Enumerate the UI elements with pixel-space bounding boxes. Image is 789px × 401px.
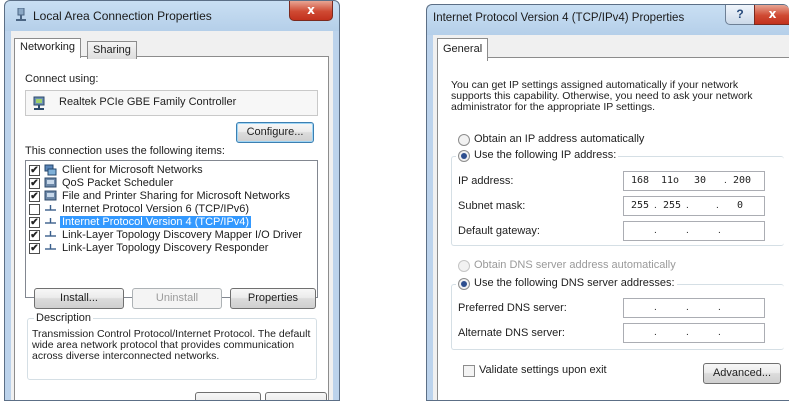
list-item-label: Client for Microsoft Networks: [62, 164, 203, 176]
checkbox[interactable]: ✔: [29, 230, 40, 241]
ip-octet[interactable]: 11o: [658, 175, 682, 186]
checkbox[interactable]: ✔: [29, 243, 40, 254]
dialog-body: Networking Sharing Connect using: Realte…: [11, 31, 333, 400]
protocol-icon: [45, 218, 56, 224]
local-area-connection-properties-window: Local Area Connection Properties x Netwo…: [4, 0, 340, 401]
ip-address-label: IP address:: [458, 175, 514, 187]
dialog-body: General You can get IP settings assigned…: [433, 35, 789, 400]
checkbox[interactable]: ✔: [29, 178, 40, 189]
validate-checkbox[interactable]: [463, 365, 475, 377]
ip-octet[interactable]: 200: [730, 175, 754, 186]
list-item-label: File and Printer Sharing for Microsoft N…: [62, 190, 291, 202]
items-label: This connection uses the following items…: [25, 145, 225, 157]
use-following-dns-radio[interactable]: [458, 278, 470, 290]
title-bar[interactable]: Local Area Connection Properties x: [5, 1, 339, 30]
list-item-label: Internet Protocol Version 6 (TCP/IPv6): [62, 203, 250, 215]
alternate-dns-input[interactable]: . . .: [623, 323, 765, 343]
window-title: Internet Protocol Version 4 (TCP/IPv4) P…: [433, 12, 685, 24]
protocol-icon: [45, 231, 56, 237]
tab-networking[interactable]: Networking: [14, 38, 82, 58]
window-title: Local Area Connection Properties: [33, 9, 212, 23]
checkbox[interactable]: ✔: [29, 165, 40, 176]
ip-octet[interactable]: 30: [688, 175, 712, 186]
description-group: Description Transmission Control Protoco…: [27, 312, 317, 380]
obtain-ip-auto-label: Obtain an IP address automatically: [474, 133, 645, 145]
protocol-icon: [45, 244, 56, 250]
ip-dot: .: [718, 302, 721, 313]
ip-dot: .: [686, 302, 689, 313]
tab-general[interactable]: General: [437, 38, 489, 61]
preferred-dns-label: Preferred DNS server:: [458, 302, 567, 314]
use-following-dns-label: Use the following DNS server addresses:: [474, 277, 675, 289]
tab-sharing[interactable]: Sharing: [87, 41, 137, 59]
checkbox[interactable]: ✔: [29, 217, 40, 228]
ip-dot: .: [718, 225, 721, 236]
obtain-dns-auto-label: Obtain DNS server address automatically: [474, 259, 676, 271]
intro-text: You can get IP settings assigned automat…: [451, 79, 753, 113]
uninstall-button[interactable]: Uninstall: [132, 288, 222, 309]
checkbox[interactable]: ✔: [29, 191, 40, 202]
ip-dot: .: [686, 225, 689, 236]
description-text: Transmission Control Protocol/Internet P…: [32, 328, 311, 362]
properties-button[interactable]: Properties: [230, 288, 316, 309]
ok-button[interactable]: [195, 392, 261, 400]
obtain-dns-auto-radio[interactable]: [458, 260, 470, 272]
advanced-button[interactable]: Advanced...: [703, 363, 781, 384]
cancel-button[interactable]: [265, 392, 327, 400]
ip-dot: .: [654, 327, 657, 338]
ip-octet[interactable]: 255: [628, 200, 652, 211]
close-button[interactable]: x: [289, 1, 333, 21]
ip-dot: .: [686, 327, 689, 338]
obtain-ip-auto-radio[interactable]: [458, 134, 470, 146]
network-client-icon: [44, 164, 57, 176]
ip-dot: .: [654, 225, 657, 236]
network-adapter-icon: [16, 8, 26, 21]
subnet-mask-label: Subnet mask:: [458, 200, 526, 212]
use-following-ip-label: Use the following IP address:: [474, 149, 617, 161]
ip-dot: .: [654, 200, 657, 211]
network-adapter-icon: [33, 96, 45, 110]
ip-octet[interactable]: 255: [660, 200, 684, 211]
ip-dot: .: [718, 327, 721, 338]
list-item-label: Link-Layer Topology Discovery Mapper I/O…: [62, 229, 303, 241]
list-item-label: QoS Packet Scheduler: [62, 177, 174, 189]
preferred-dns-input[interactable]: . . .: [623, 298, 765, 318]
use-following-dns-legend: Use the following DNS server addresses:: [456, 277, 677, 290]
subnet-mask-input[interactable]: 255 . 255 . . 0: [623, 196, 765, 216]
list-item-label: Link-Layer Topology Discovery Responder: [62, 242, 269, 254]
default-gateway-input[interactable]: . . .: [623, 221, 765, 241]
checkbox[interactable]: [29, 204, 40, 215]
install-button[interactable]: Install...: [34, 288, 124, 309]
alternate-dns-label: Alternate DNS server:: [458, 327, 565, 339]
ip-dot: .: [654, 302, 657, 313]
validate-label: Validate settings upon exit: [479, 364, 607, 376]
components-list[interactable]: ✔ Client for Microsoft Networks ✔ QoS Pa…: [25, 160, 318, 298]
qos-icon: [44, 177, 57, 188]
close-button[interactable]: x: [754, 5, 789, 25]
protocol-icon: [45, 205, 56, 211]
default-gateway-label: Default gateway:: [458, 225, 540, 237]
help-button[interactable]: ?: [725, 5, 755, 25]
connect-using-label: Connect using:: [25, 73, 99, 85]
title-bar[interactable]: Internet Protocol Version 4 (TCP/IPv4) P…: [427, 5, 789, 34]
ip-octet[interactable]: 0: [728, 200, 752, 211]
ip-dot: .: [686, 200, 689, 211]
adapter-name: Realtek PCIe GBE Family Controller: [59, 96, 237, 108]
configure-button[interactable]: Configure...: [236, 122, 314, 143]
ip-address-input[interactable]: 168 11o 30 . 200: [623, 171, 765, 191]
list-item-label: Internet Protocol Version 4 (TCP/IPv4): [60, 216, 252, 228]
use-following-ip-legend: Use the following IP address:: [456, 149, 619, 162]
file-sharing-icon: [44, 190, 57, 201]
ip-dot: .: [724, 175, 727, 186]
description-title: Description: [34, 312, 94, 324]
use-following-ip-radio[interactable]: [458, 150, 470, 162]
adapter-box: Realtek PCIe GBE Family Controller: [25, 90, 318, 116]
ipv4-properties-window: Internet Protocol Version 4 (TCP/IPv4) P…: [426, 4, 789, 401]
ip-dot: .: [716, 200, 719, 211]
ip-octet[interactable]: 168: [628, 175, 652, 186]
